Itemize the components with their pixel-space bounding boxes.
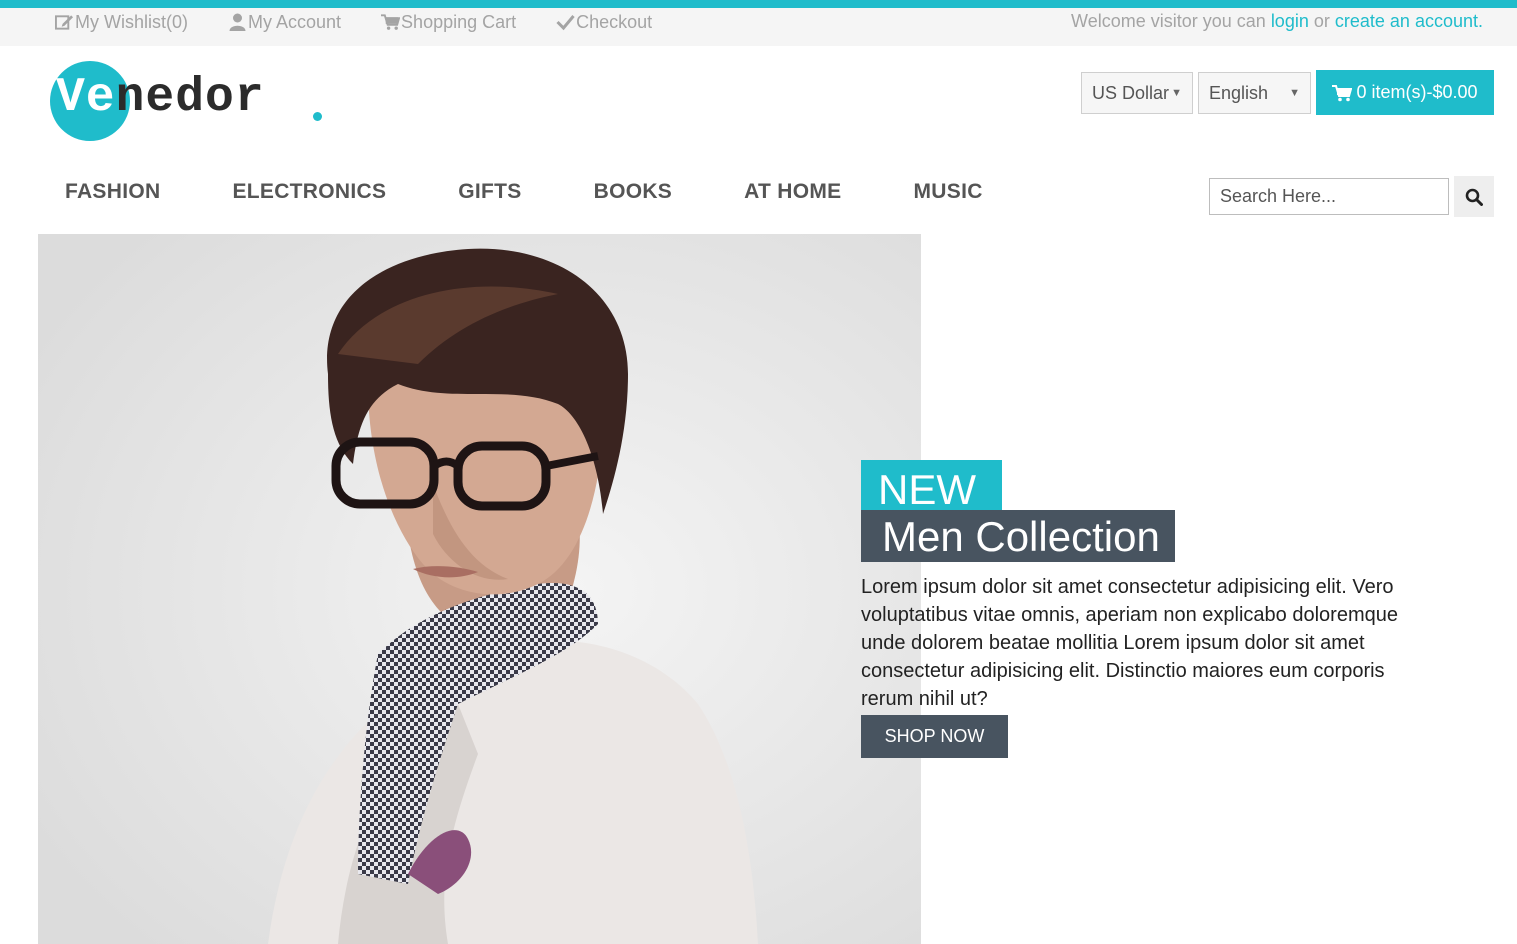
model-photo <box>38 234 921 944</box>
chevron-down-icon: ▼ <box>1289 87 1300 99</box>
search-input[interactable] <box>1209 178 1449 215</box>
welcome-text: Welcome visitor you can <box>1071 11 1266 31</box>
account-label: My Account <box>248 11 342 32</box>
nav-item-books[interactable]: BOOKS <box>594 180 673 204</box>
shop-now-button[interactable]: SHOP NOW <box>861 715 1008 758</box>
user-icon <box>229 13 246 31</box>
check-icon <box>556 15 575 31</box>
nav-item-electronics[interactable]: ELECTRONICS <box>232 180 386 204</box>
cart-icon <box>381 14 401 30</box>
search-icon <box>1465 188 1483 206</box>
hero-description: Lorem ipsum dolor sit amet consectetur a… <box>861 576 1398 710</box>
login-link[interactable]: login <box>1271 11 1309 31</box>
wishlist-link[interactable]: My Wishlist(0) <box>55 11 188 33</box>
cart-summary: 0 item(s)-$0.00 <box>1356 82 1478 102</box>
hero-image <box>38 234 921 944</box>
chevron-down-icon: ▼ <box>1171 87 1182 99</box>
top-links: My Wishlist(0) My Account Shopping Cart … <box>55 11 692 33</box>
search-button[interactable] <box>1454 176 1494 217</box>
shopping-cart-link[interactable]: Shopping Cart <box>381 11 516 33</box>
wishlist-label: My Wishlist(0) <box>75 11 188 32</box>
cart-button[interactable]: 0 item(s)-$0.00 <box>1316 70 1494 115</box>
currency-select[interactable]: US Dollar ▼ <box>1081 72 1193 114</box>
nav-item-gifts[interactable]: GIFTS <box>458 180 521 204</box>
logo-dot <box>313 112 322 121</box>
site-logo[interactable]: Venedor <box>50 61 350 143</box>
logo-text: Venedor <box>56 71 265 125</box>
top-bar: My Wishlist(0) My Account Shopping Cart … <box>0 8 1517 46</box>
language-select[interactable]: English ▼ <box>1198 72 1311 114</box>
logo-text-part1: Ve <box>56 71 116 125</box>
cart-icon <box>1332 84 1353 101</box>
currency-value: US Dollar <box>1092 82 1170 103</box>
nav-item-fashion[interactable]: FASHION <box>65 180 160 204</box>
accent-bar <box>0 0 1517 8</box>
hero-badge-new: NEW <box>861 460 1002 513</box>
nav-item-at-home[interactable]: AT HOME <box>744 180 841 204</box>
nav-item-music[interactable]: MUSIC <box>914 180 983 204</box>
create-account-link[interactable]: create an account. <box>1335 11 1483 31</box>
edit-icon <box>55 15 74 30</box>
logo-text-part2: nedor <box>115 71 265 125</box>
shopping-cart-label: Shopping Cart <box>401 11 517 32</box>
hero-title: Men Collection <box>861 510 1175 562</box>
welcome-message: Welcome visitor you can login or create … <box>1071 11 1483 32</box>
or-text: or <box>1313 11 1330 31</box>
account-link[interactable]: My Account <box>228 11 341 33</box>
checkout-link[interactable]: Checkout <box>556 11 652 33</box>
language-value: English <box>1209 82 1269 103</box>
main-nav: FASHION ELECTRONICS GIFTS BOOKS AT HOME … <box>65 180 1055 204</box>
checkout-label: Checkout <box>576 11 653 32</box>
